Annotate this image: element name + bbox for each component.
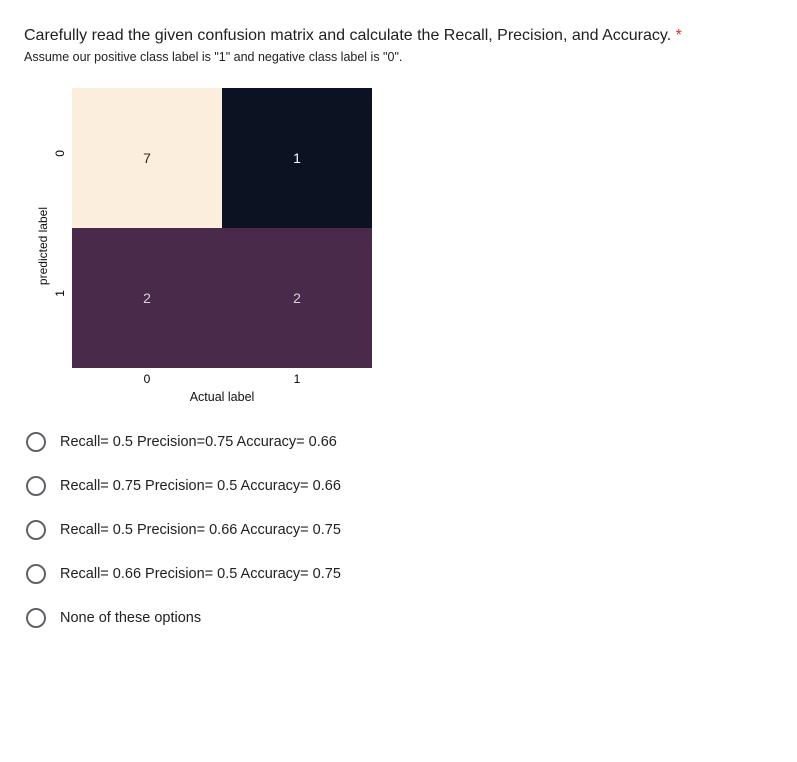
option-label: Recall= 0.66 Precision= 0.5 Accuracy= 0.… <box>60 566 341 582</box>
option-1[interactable]: Recall= 0.75 Precision= 0.5 Accuracy= 0.… <box>26 476 773 496</box>
option-label: Recall= 0.75 Precision= 0.5 Accuracy= 0.… <box>60 478 341 494</box>
cell-pred1-act1: 2 <box>222 228 372 368</box>
option-0[interactable]: Recall= 0.5 Precision=0.75 Accuracy= 0.6… <box>26 432 773 452</box>
radio-icon <box>26 432 46 452</box>
question-subtext: Assume our positive class label is "1" a… <box>24 50 773 64</box>
option-2[interactable]: Recall= 0.5 Precision= 0.66 Accuracy= 0.… <box>26 520 773 540</box>
option-label: Recall= 0.5 Precision=0.75 Accuracy= 0.6… <box>60 434 337 450</box>
option-3[interactable]: Recall= 0.66 Precision= 0.5 Accuracy= 0.… <box>26 564 773 584</box>
radio-icon <box>26 476 46 496</box>
question-title: Carefully read the given confusion matri… <box>24 24 773 48</box>
heatmap-grid: 7 1 2 2 <box>72 88 372 368</box>
required-star: * <box>676 27 682 44</box>
radio-icon <box>26 608 46 628</box>
y-axis-label: predicted label <box>36 207 50 285</box>
radio-icon <box>26 564 46 584</box>
x-axis-label: Actual label <box>72 390 372 404</box>
y-tick-1: 1 <box>53 290 67 306</box>
question-text: Carefully read the given confusion matri… <box>24 27 671 44</box>
y-ticks: 0 1 <box>52 88 72 368</box>
x-ticks: 0 1 <box>72 368 372 386</box>
radio-icon <box>26 520 46 540</box>
cell-pred0-act1: 1 <box>222 88 372 228</box>
option-4[interactable]: None of these options <box>26 608 773 628</box>
x-tick-0: 0 <box>72 368 222 386</box>
option-label: None of these options <box>60 610 201 626</box>
options-list: Recall= 0.5 Precision=0.75 Accuracy= 0.6… <box>26 432 773 628</box>
y-tick-0: 0 <box>53 150 67 166</box>
option-label: Recall= 0.5 Precision= 0.66 Accuracy= 0.… <box>60 522 341 538</box>
cell-pred0-act0: 7 <box>72 88 222 228</box>
confusion-matrix-chart: predicted label 0 1 7 1 2 2 0 1 Actual l… <box>36 88 773 404</box>
cell-pred1-act0: 2 <box>72 228 222 368</box>
x-tick-1: 1 <box>222 368 372 386</box>
